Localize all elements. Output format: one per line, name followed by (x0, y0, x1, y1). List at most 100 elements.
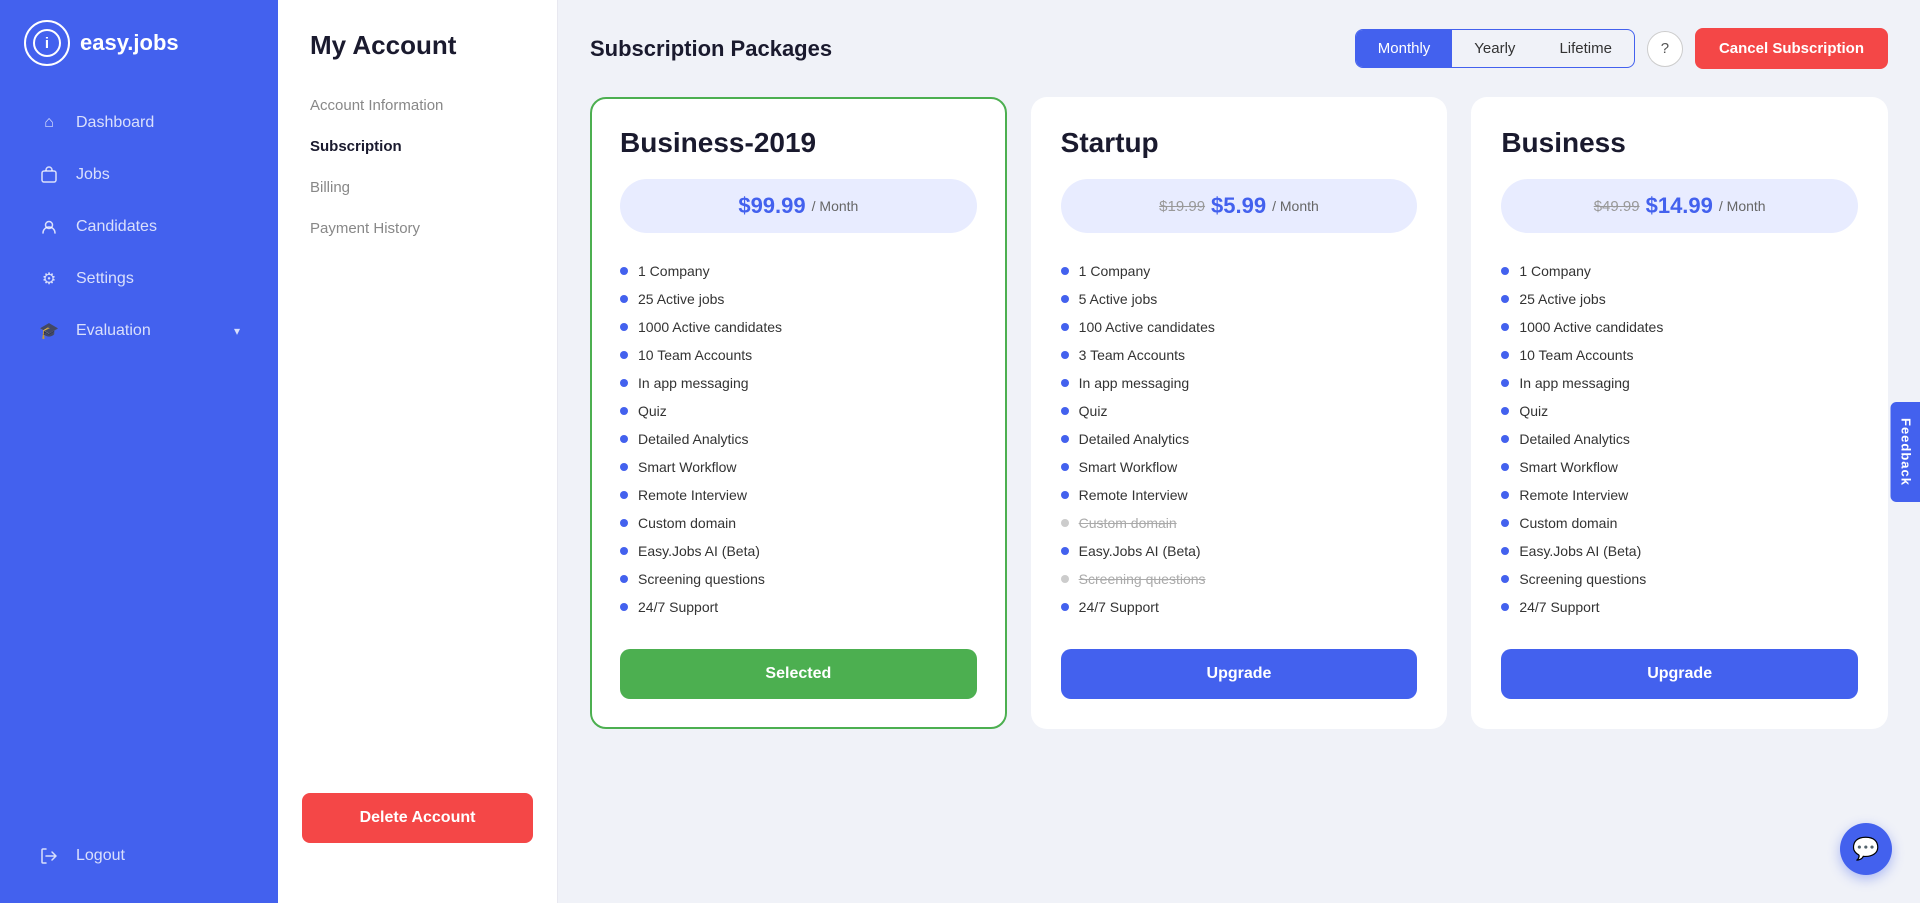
feature-item: Screening questions (620, 565, 977, 593)
sidebar-item-label: Candidates (76, 218, 157, 236)
feature-item: 1 Company (1501, 257, 1858, 285)
feature-dot (1501, 407, 1509, 415)
candidates-icon (38, 216, 60, 238)
chat-button[interactable]: 💬 (1840, 823, 1892, 875)
menu-account-info[interactable]: Account Information (278, 85, 557, 126)
plan-action-button[interactable]: Upgrade (1501, 649, 1858, 699)
menu-billing[interactable]: Billing (278, 167, 557, 208)
price-current: $14.99 (1646, 193, 1713, 219)
evaluation-icon: 🎓 (38, 320, 60, 342)
price-badge: $99.99 / Month (620, 179, 977, 233)
feature-label: Quiz (638, 403, 667, 419)
feature-label: Remote Interview (1519, 487, 1628, 503)
feature-item: Smart Workflow (1061, 453, 1418, 481)
price-original: $19.99 (1159, 198, 1205, 215)
features-list: 1 Company 25 Active jobs 1000 Active can… (1501, 257, 1858, 621)
logout-icon (38, 845, 60, 867)
plan-card-startup: Startup $19.99 $5.99 / Month 1 Company 5… (1031, 97, 1448, 729)
plan-action-button[interactable]: Upgrade (1061, 649, 1418, 699)
feature-label: 1000 Active candidates (1519, 319, 1663, 335)
cancel-subscription-button[interactable]: Cancel Subscription (1695, 28, 1888, 69)
price-period: / Month (812, 198, 859, 214)
feature-label: Smart Workflow (638, 459, 737, 475)
delete-account-button[interactable]: Delete Account (302, 793, 533, 843)
feature-item: Quiz (1061, 397, 1418, 425)
feature-dot (620, 267, 628, 275)
feature-item: 24/7 Support (1061, 593, 1418, 621)
logo[interactable]: i easy.jobs (0, 0, 278, 86)
help-button[interactable]: ? (1647, 31, 1683, 67)
feature-item: Detailed Analytics (1501, 425, 1858, 453)
feature-dot (1501, 491, 1509, 499)
sidebar-item-settings[interactable]: ⚙ Settings (10, 254, 268, 304)
feature-dot (1501, 351, 1509, 359)
plan-card-business: Business $49.99 $14.99 / Month 1 Company… (1471, 97, 1888, 729)
feature-label: Detailed Analytics (1079, 431, 1190, 447)
feature-label: 24/7 Support (638, 599, 718, 615)
sidebar-item-evaluation[interactable]: 🎓 Evaluation ▾ (10, 306, 268, 356)
feature-label: 1000 Active candidates (638, 319, 782, 335)
feature-dot (620, 547, 628, 555)
feature-dot (1501, 519, 1509, 527)
feature-label: Screening questions (1079, 571, 1206, 587)
feature-item: Custom domain (620, 509, 977, 537)
page-header: Subscription Packages Monthly Yearly Lif… (590, 28, 1888, 69)
feature-dot (620, 407, 628, 415)
feature-dot (1501, 267, 1509, 275)
plan-card-business-2019: Business-2019 $99.99 / Month 1 Company 2… (590, 97, 1007, 729)
feature-label: Smart Workflow (1519, 459, 1618, 475)
account-title: My Account (278, 30, 557, 85)
logo-icon: i (24, 20, 70, 66)
feature-label: In app messaging (1079, 375, 1190, 391)
price-original: $49.99 (1594, 198, 1640, 215)
feature-item: 24/7 Support (1501, 593, 1858, 621)
plan-action-button[interactable]: Selected (620, 649, 977, 699)
feature-dot (620, 519, 628, 527)
question-icon: ? (1661, 40, 1669, 57)
feature-label: 1 Company (1079, 263, 1151, 279)
yearly-toggle[interactable]: Yearly (1452, 30, 1537, 67)
feature-dot (1061, 463, 1069, 471)
price-badge: $49.99 $14.99 / Month (1501, 179, 1858, 233)
feature-label: Easy.Jobs AI (Beta) (1519, 543, 1641, 559)
feature-dot (620, 295, 628, 303)
feature-item: 100 Active candidates (1061, 313, 1418, 341)
page-title: Subscription Packages (590, 36, 832, 62)
feature-label: Detailed Analytics (638, 431, 749, 447)
feature-label: 10 Team Accounts (1519, 347, 1633, 363)
feature-dot (1501, 323, 1509, 331)
sidebar-item-label: Jobs (76, 166, 110, 184)
feature-item: Remote Interview (1501, 481, 1858, 509)
feature-dot (1061, 435, 1069, 443)
feature-label: Custom domain (1079, 515, 1177, 531)
sidebar-item-dashboard[interactable]: ⌂ Dashboard (10, 98, 268, 148)
feature-item: Easy.Jobs AI (Beta) (1501, 537, 1858, 565)
feature-label: Quiz (1519, 403, 1548, 419)
menu-subscription[interactable]: Subscription (278, 126, 557, 167)
feature-label: Custom domain (1519, 515, 1617, 531)
feature-dot (1501, 575, 1509, 583)
feedback-tab[interactable]: Feedback (1891, 402, 1920, 502)
feature-item: 10 Team Accounts (620, 341, 977, 369)
feature-item: Custom domain (1061, 509, 1418, 537)
feature-item: Smart Workflow (620, 453, 977, 481)
feature-label: Easy.Jobs AI (Beta) (638, 543, 760, 559)
price-period: / Month (1719, 198, 1766, 214)
monthly-toggle[interactable]: Monthly (1356, 30, 1453, 67)
feature-item: In app messaging (1501, 369, 1858, 397)
menu-payment-history[interactable]: Payment History (278, 208, 557, 249)
logout-button[interactable]: Logout (10, 829, 268, 883)
sidebar-item-candidates[interactable]: Candidates (10, 202, 268, 252)
lifetime-toggle[interactable]: Lifetime (1537, 30, 1634, 67)
feature-dot (1061, 491, 1069, 499)
feature-dot (620, 463, 628, 471)
feature-item: 5 Active jobs (1061, 285, 1418, 313)
feature-item: Smart Workflow (1501, 453, 1858, 481)
feature-dot (1061, 603, 1069, 611)
billing-toggle: Monthly Yearly Lifetime (1355, 29, 1635, 68)
feature-item: Quiz (1501, 397, 1858, 425)
sidebar: i easy.jobs ⌂ Dashboard Jobs Candidates … (0, 0, 278, 903)
feature-dot (1501, 603, 1509, 611)
plans-grid: Business-2019 $99.99 / Month 1 Company 2… (590, 97, 1888, 729)
sidebar-item-jobs[interactable]: Jobs (10, 150, 268, 200)
